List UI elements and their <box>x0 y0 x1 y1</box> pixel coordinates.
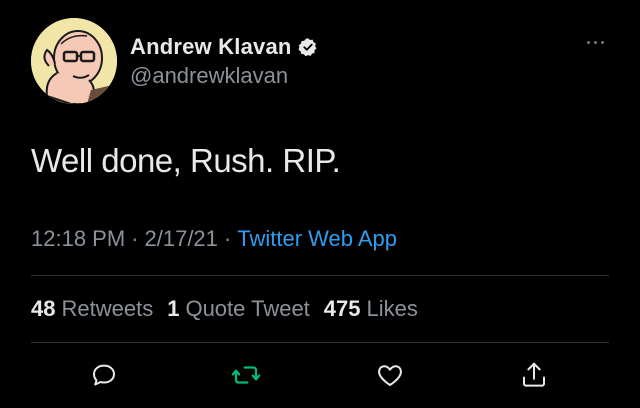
meta-separator: · <box>131 226 139 251</box>
avatar[interactable] <box>31 18 117 104</box>
divider <box>31 275 609 276</box>
reply-button[interactable] <box>86 357 122 393</box>
tweet-date[interactable]: 2/17/21 <box>145 226 218 252</box>
likes-stat[interactable]: 475 Likes <box>324 296 418 322</box>
verified-badge-icon <box>298 37 318 57</box>
display-name[interactable]: Andrew Klavan <box>130 34 292 60</box>
retweet-button[interactable] <box>228 357 264 393</box>
tweet-time[interactable]: 12:18 PM <box>31 226 125 252</box>
meta-separator: · <box>223 226 232 251</box>
quotes-label: Quote Tweet <box>185 296 310 321</box>
likes-label: Likes <box>366 296 418 321</box>
heart-icon <box>378 365 402 386</box>
retweets-label: Retweets <box>61 296 154 321</box>
quotes-count: 1 <box>167 296 180 321</box>
likes-count: 475 <box>323 296 361 321</box>
tweet-text: Well done, Rush. RIP. <box>31 142 341 179</box>
retweet-arrows-icon <box>231 366 261 384</box>
share-upload-icon <box>523 362 545 387</box>
share-button[interactable] <box>516 357 552 393</box>
like-button[interactable] <box>372 357 408 393</box>
tweet-actions <box>0 357 640 397</box>
speech-bubble-icon <box>93 364 115 386</box>
quote-tweets-stat[interactable]: 1 Quote Tweet <box>167 296 310 322</box>
avatar-caricature <box>31 18 117 104</box>
divider <box>31 342 609 343</box>
user-name-row[interactable]: Andrew Klavan <box>130 33 318 61</box>
tweet-source-link[interactable]: Twitter Web App <box>237 226 397 252</box>
retweets-stat[interactable]: 48 Retweets <box>31 296 153 322</box>
more-options-ellipsis-icon[interactable] <box>583 36 607 48</box>
user-handle[interactable]: @andrewklavan <box>130 63 288 89</box>
engagement-stats: 48 Retweets 1 Quote Tweet 475 Likes <box>31 296 418 322</box>
retweets-count: 48 <box>31 296 56 321</box>
tweet-meta: 12:18 PM · 2/17/21 · Twitter Web App <box>31 226 397 252</box>
